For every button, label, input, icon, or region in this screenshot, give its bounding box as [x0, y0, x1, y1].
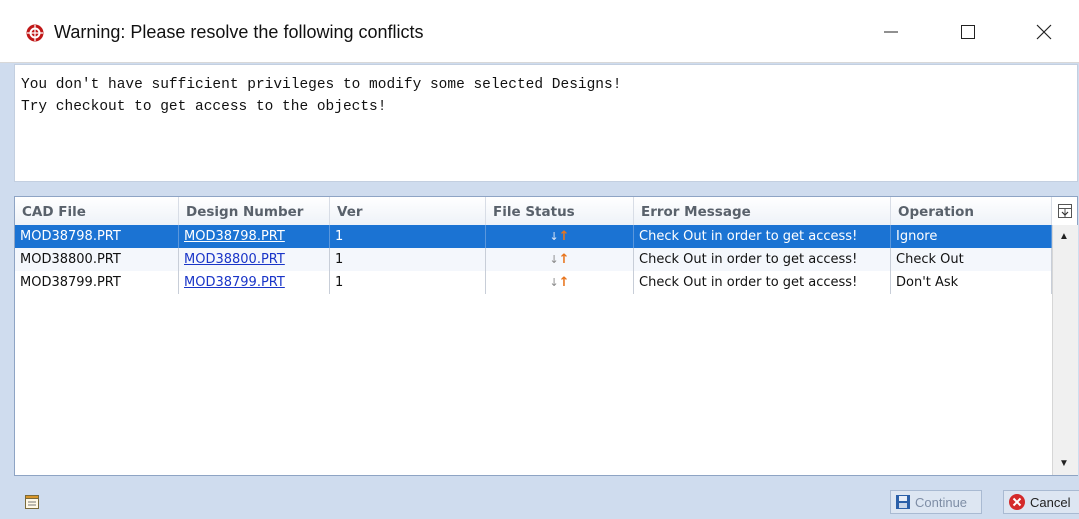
- scroll-up-icon[interactable]: ▲: [1059, 231, 1069, 242]
- window-title: Warning: Please resolve the following co…: [54, 22, 424, 42]
- design-number-cell: MOD38799.PRT: [179, 271, 330, 294]
- column-header-design-number[interactable]: Design Number: [179, 197, 330, 225]
- column-header-operation[interactable]: Operation: [891, 197, 1052, 225]
- ver-cell: 1: [330, 248, 486, 271]
- design-number-link[interactable]: MOD38799.PRT: [184, 275, 285, 290]
- cancel-label: Cancel: [1030, 494, 1071, 510]
- error-message-cell: Check Out in order to get access!: [634, 248, 891, 271]
- column-header-cad-file[interactable]: CAD File: [15, 197, 179, 225]
- column-header-ver[interactable]: Ver: [330, 197, 486, 225]
- operation-cell[interactable]: Don't Ask: [891, 271, 1052, 294]
- ver-cell: 1: [330, 271, 486, 294]
- ver-cell: 1: [330, 225, 486, 248]
- operation-cell[interactable]: Check Out: [891, 248, 1052, 271]
- down-up-arrows-icon: ↓↑: [549, 229, 570, 244]
- down-up-arrows-icon: ↓↑: [549, 275, 570, 290]
- design-number-cell: MOD38800.PRT: [179, 248, 330, 271]
- design-number-link[interactable]: MOD38800.PRT: [184, 252, 285, 267]
- close-icon: [1036, 24, 1052, 40]
- message-box: You don't have sufficient privileges to …: [14, 64, 1078, 182]
- table-header: CAD File Design Number Ver File Status E…: [15, 197, 1052, 226]
- maximize-button[interactable]: [945, 10, 991, 54]
- file-status-cell: ↓↑: [486, 225, 634, 248]
- cad-file-cell: MOD38800.PRT: [15, 248, 179, 271]
- title-bar: Warning: Please resolve the following co…: [0, 0, 1079, 63]
- error-message-cell: Check Out in order to get access!: [634, 225, 891, 248]
- save-disk-icon: [896, 495, 910, 509]
- design-number-cell: MOD38798.PRT: [179, 225, 330, 248]
- maximize-icon: [961, 25, 975, 39]
- minimize-icon: [884, 31, 898, 33]
- footer-bar: Continue Cancel: [0, 484, 1079, 519]
- cad-file-cell: MOD38799.PRT: [15, 271, 179, 294]
- down-up-arrows-icon: ↓↑: [549, 252, 570, 267]
- continue-label: Continue: [915, 494, 968, 510]
- column-chooser-icon[interactable]: [1055, 201, 1075, 221]
- message-line-1: You don't have sufficient privileges to …: [21, 77, 622, 93]
- conflicts-table: CAD File Design Number Ver File Status E…: [14, 196, 1078, 476]
- warning-wheel-icon: [26, 24, 44, 42]
- close-button[interactable]: [1021, 10, 1067, 54]
- table-row[interactable]: MOD38798.PRT MOD38798.PRT 1 ↓↑ Check Out…: [15, 225, 1052, 248]
- continue-button[interactable]: Continue: [890, 490, 982, 514]
- cancel-button[interactable]: Cancel: [1003, 490, 1079, 514]
- vertical-scrollbar[interactable]: ▲ ▼: [1052, 225, 1078, 475]
- design-number-link[interactable]: MOD38798.PRT: [184, 229, 285, 244]
- notepad-icon[interactable]: [24, 494, 40, 510]
- file-status-cell: ↓↑: [486, 248, 634, 271]
- scroll-down-icon[interactable]: ▼: [1059, 458, 1069, 469]
- cad-file-cell: MOD38798.PRT: [15, 225, 179, 248]
- message-line-2: Try checkout to get access to the object…: [21, 99, 387, 115]
- cancel-x-icon: [1009, 494, 1025, 510]
- column-header-file-status[interactable]: File Status: [486, 197, 634, 225]
- table-row[interactable]: MOD38800.PRT MOD38800.PRT 1 ↓↑ Check Out…: [15, 248, 1052, 271]
- column-header-error-message[interactable]: Error Message: [634, 197, 891, 225]
- operation-cell[interactable]: Ignore: [891, 225, 1052, 248]
- file-status-cell: ↓↑: [486, 271, 634, 294]
- error-message-cell: Check Out in order to get access!: [634, 271, 891, 294]
- table-row[interactable]: MOD38799.PRT MOD38799.PRT 1 ↓↑ Check Out…: [15, 271, 1052, 294]
- minimize-button[interactable]: [868, 10, 914, 54]
